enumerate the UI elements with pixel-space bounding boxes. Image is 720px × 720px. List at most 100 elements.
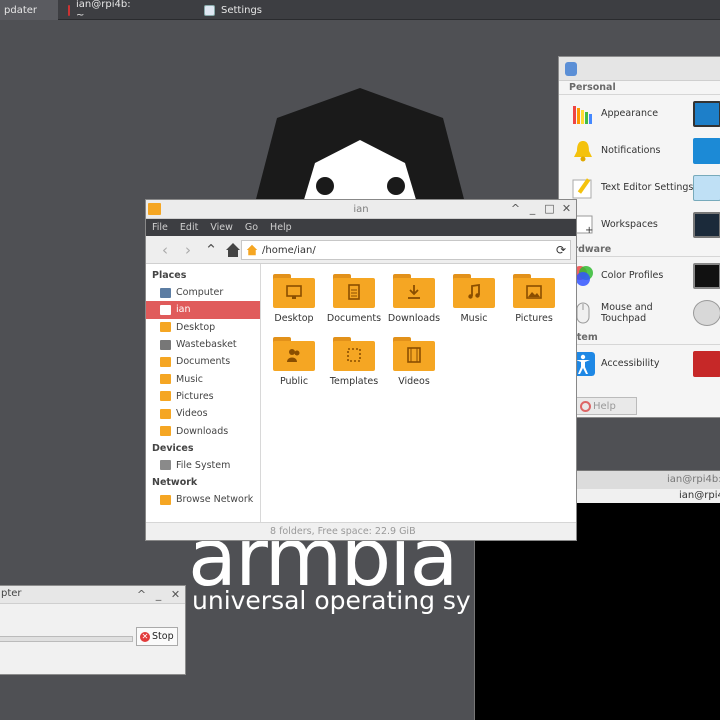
folder-icon [160,322,171,333]
sidebar-item-file-system[interactable]: File System [146,457,260,474]
forward-icon[interactable]: › [177,239,199,261]
help-icon [580,400,591,412]
removable-drives-icon[interactable] [693,299,720,326]
menu-go[interactable]: Go [245,222,258,233]
menu-edit[interactable]: Edit [180,222,198,233]
settings-item-text-editor[interactable]: Text Editor Settings [559,169,720,206]
sidebar-item-music[interactable]: Music [146,370,260,387]
sidebar-item-wastebasket[interactable]: Wastebasket [146,336,260,353]
location-path: /home/ian/ [262,244,316,256]
close-icon[interactable]: ✕ [170,588,181,601]
folder-item-pictures[interactable]: Pictures [504,274,564,324]
sidebar-item-downloads[interactable]: Downloads [146,422,260,439]
taskbar-item-label: Settings [221,4,263,16]
folder-name: Desktop [274,313,314,324]
stop-button[interactable]: ✕ Stop [136,627,178,646]
settings-app-icon [565,62,577,76]
settings-item-mouse-touchpad[interactable]: Mouse and Touchpad [559,294,720,331]
display-settings-icon[interactable] [693,262,720,289]
home-folder-icon [160,304,171,315]
terminal-icon [68,4,70,16]
location-bar[interactable]: /home/ian/ ⟳ [241,240,571,260]
folder-item-music[interactable]: Music [444,274,504,324]
reload-icon[interactable]: ⟳ [556,243,566,257]
help-label: Help [593,400,616,412]
display-icon[interactable] [693,100,720,127]
taskbar-item-settings[interactable]: Settings [200,0,320,20]
settings-titlebar[interactable] [559,57,720,81]
folder-name: Templates [329,376,379,387]
public-glyph-icon [287,349,300,362]
panel-icon[interactable] [693,137,720,164]
folder-name: Documents [326,313,382,324]
folder-name: Public [279,376,309,387]
folder-item-documents[interactable]: Documents [324,274,384,324]
shade-icon[interactable]: ^ [510,202,521,215]
taskbar: pdater ian@rpi4b: ~ Settings [0,0,720,21]
menubar: File Edit View Go Help [146,219,576,236]
sidebar-item-label: ian [176,304,191,316]
terminal-settings-icon[interactable] [693,211,720,238]
folder-item-desktop[interactable]: Desktop [264,274,324,324]
stop-label: Stop [152,631,174,642]
sidebar-item-browse-network[interactable]: Browse Network [146,491,260,508]
folder-icon [160,391,171,402]
folder-item-public[interactable]: Public [264,337,324,387]
settings-item-accessibility[interactable]: Accessibility [559,345,720,382]
folder-icon [393,337,435,371]
videos-glyph-icon [407,347,421,363]
text-editor-icon [572,177,592,198]
sidebar-item-label: Videos [176,408,208,420]
folder-icon [333,337,375,371]
help-button[interactable]: Help [575,397,637,415]
minimize-icon[interactable]: _ [527,202,538,215]
home-icon [246,244,258,256]
folder-item-videos[interactable]: Videos [384,337,444,387]
section-personal: Personal [559,81,720,95]
settings-item-color-profiles[interactable]: Color Profiles [559,257,720,294]
taskbar-item-label: ian@rpi4b: ~ [76,0,131,21]
maximize-icon[interactable]: ^ [136,588,147,601]
sidebar-item-documents[interactable]: Documents [146,353,260,370]
appearance-icon [573,105,592,124]
parent-folder-icon[interactable]: ⌃ [200,239,222,261]
folder-icon [160,408,171,419]
folder-name: Downloads [387,313,441,324]
sidebar-item-computer[interactable]: Computer [146,284,260,301]
stop-icon: ✕ [140,631,150,642]
sidebar-item-label: Wastebasket [176,339,237,351]
settings-item-appearance[interactable]: Appearance [559,95,720,132]
sidebar-item-label: Computer [176,287,224,299]
settings-item-notifications[interactable]: Notifications [559,132,720,169]
settings-item-workspaces[interactable]: + Workspaces [559,206,720,243]
sidebar-item-ian[interactable]: ian [146,301,260,319]
sidebar-item-label: Pictures [176,390,214,402]
menu-view[interactable]: View [210,222,233,233]
download-glyph-icon [408,285,420,299]
home-icon[interactable] [223,242,243,258]
sidebar: Places Computer ian Desktop Wastebasket … [146,264,261,522]
sidebar-item-pictures[interactable]: Pictures [146,388,260,405]
documents-glyph-icon [348,284,360,300]
updater-title: pter [1,588,22,599]
close-icon[interactable]: ✕ [561,202,572,215]
sidebar-item-desktop[interactable]: Desktop [146,319,260,336]
sidebar-heading-devices: Devices [152,442,194,454]
back-icon[interactable]: ‹ [154,239,176,261]
folder-item-templates[interactable]: Templates [324,337,384,387]
maximize-icon[interactable]: □ [544,202,555,215]
menu-help[interactable]: Help [270,222,292,233]
window-manager-icon[interactable] [693,174,720,201]
wallpaper-mascot-logo [255,88,465,203]
sidebar-item-label: Downloads [176,425,229,437]
minimize-icon[interactable]: _ [153,588,164,601]
file-manager-titlebar[interactable]: ian ^ _ □ ✕ [146,200,576,219]
sidebar-item-videos[interactable]: Videos [146,405,260,422]
folder-icon [453,274,495,308]
taskbar-item-terminal[interactable]: ian@rpi4b: ~ [0,0,131,21]
updater-titlebar[interactable]: pter ^ _ ✕ [0,586,185,604]
menu-file[interactable]: File [152,222,168,233]
default-applications-icon[interactable] [693,350,720,377]
folder-item-downloads[interactable]: Downloads [384,274,444,324]
computer-icon [160,287,171,298]
